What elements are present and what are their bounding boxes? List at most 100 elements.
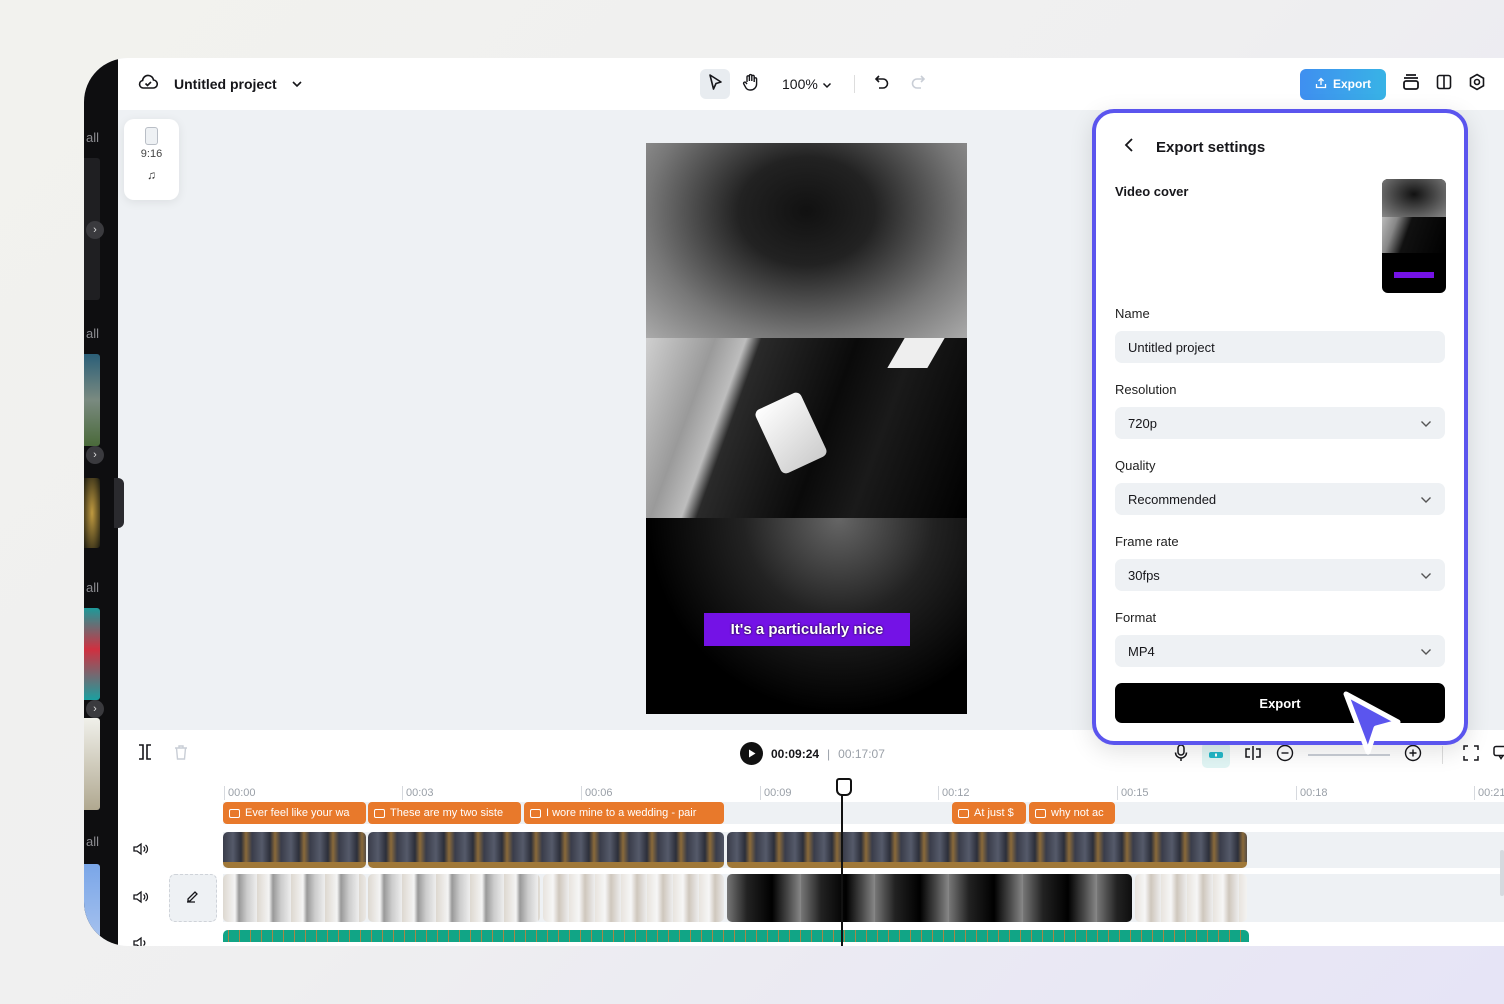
caption-clip[interactable]: These are my two siste [368, 802, 521, 824]
video-clip[interactable] [727, 832, 1247, 868]
audio-clip[interactable] [223, 930, 1249, 942]
resolution-label: Resolution [1115, 382, 1177, 397]
chevron-right-icon[interactable]: › [86, 446, 104, 464]
export-button-top[interactable]: Export [1300, 68, 1386, 100]
speaker-icon[interactable] [133, 890, 149, 904]
chevron-right-icon[interactable]: › [86, 221, 104, 239]
video-clip[interactable] [543, 874, 724, 922]
video-preview-canvas[interactable]: It's a particularly nice [646, 143, 967, 714]
resolution-value: 720p [1128, 415, 1157, 431]
top-bar: Untitled project 100% Export [118, 58, 1504, 110]
format-select[interactable]: MP4 [1115, 635, 1445, 667]
fullscreen-icon[interactable] [1463, 744, 1479, 766]
speaker-icon[interactable] [133, 936, 149, 946]
ruler-label: 00:00 [224, 786, 256, 800]
layers-icon[interactable] [1402, 73, 1420, 96]
playhead[interactable] [836, 778, 852, 946]
caption-clip[interactable]: Ever feel like your wa [223, 802, 366, 824]
format-label: Format [1115, 610, 1157, 625]
media-thumbnail[interactable] [84, 718, 100, 810]
play-button[interactable] [740, 742, 763, 765]
caption-icon [1035, 808, 1046, 818]
current-time: 00:09:24 [771, 746, 820, 761]
see-all-link[interactable]: all [86, 326, 99, 341]
caption-icon [374, 808, 385, 818]
resolution-select[interactable]: 720p [1115, 407, 1445, 439]
ruler-label: 00:21 [1474, 786, 1504, 800]
project-title[interactable]: Untitled project [174, 76, 277, 92]
caption-track: Ever feel like your wa These are my two … [223, 802, 1504, 824]
caption-clip-text: Ever feel like your wa [245, 807, 350, 819]
caption-clip[interactable]: I wore mine to a wedding - pair [524, 802, 724, 824]
see-all-link[interactable]: all [86, 130, 99, 145]
timeline-scrollbar[interactable] [1500, 850, 1504, 896]
video-clip[interactable] [1135, 874, 1247, 922]
collapse-sidebar-handle[interactable] [114, 478, 124, 528]
comment-icon[interactable] [1493, 745, 1504, 766]
split-tool-icon[interactable] [138, 744, 152, 765]
media-thumbnail[interactable] [84, 608, 100, 700]
see-all-link[interactable]: all [86, 834, 99, 849]
aspect-ratio-card[interactable]: 9:16 ♫ [124, 119, 179, 200]
cloud-check-icon [138, 73, 159, 96]
chevron-down-icon[interactable] [291, 75, 303, 93]
select-tool-button[interactable] [700, 69, 730, 99]
split-clip-icon[interactable] [1244, 745, 1262, 766]
time-ruler[interactable]: 00:00 00:03 00:06 00:09 00:12 00:15 00:1… [224, 776, 1504, 800]
quality-value: Recommended [1128, 491, 1217, 507]
video-clip[interactable] [223, 832, 366, 868]
frame-rate-select[interactable]: 30fps [1115, 559, 1445, 591]
video-clip[interactable] [223, 874, 366, 922]
caption-clip[interactable]: why not ac [1029, 802, 1115, 824]
hand-tool-button[interactable] [736, 69, 766, 99]
shirt-cuff [753, 390, 829, 476]
hand-icon [742, 73, 760, 96]
settings-icon[interactable] [1468, 73, 1486, 96]
cover-middle [1382, 217, 1446, 253]
chevron-down-icon [1420, 644, 1432, 659]
video-clip[interactable] [368, 832, 724, 868]
zoom-level-dropdown[interactable]: 100% [782, 76, 832, 92]
portrait-ratio-icon [145, 127, 158, 145]
name-input[interactable]: Untitled project [1115, 331, 1445, 363]
delete-icon[interactable] [174, 744, 188, 765]
caption-clip[interactable]: At just $ [952, 802, 1026, 824]
video-clip-selected[interactable] [727, 874, 1132, 922]
media-thumbnail[interactable] [84, 864, 100, 946]
video-clip[interactable] [368, 874, 540, 922]
mouse-cursor-icon [1338, 686, 1408, 766]
microphone-icon[interactable] [1174, 743, 1188, 767]
ruler-label: 00:15 [1117, 786, 1149, 800]
undo-button[interactable] [867, 69, 897, 99]
caption-text[interactable]: It's a particularly nice [704, 613, 910, 646]
redo-button[interactable] [903, 69, 933, 99]
speaker-icon[interactable] [133, 842, 149, 856]
zoom-out-icon[interactable] [1276, 744, 1294, 767]
caption-clip-text: At just $ [974, 807, 1014, 819]
name-value: Untitled project [1128, 339, 1215, 355]
caption-clip-text: why not ac [1051, 807, 1104, 819]
edit-cover-button[interactable] [169, 874, 217, 922]
cover-caption [1394, 272, 1434, 278]
chevron-right-icon[interactable]: › [86, 700, 104, 718]
undo-icon [874, 74, 890, 95]
ruler-label: 00:03 [402, 786, 434, 800]
video-frame [646, 338, 967, 518]
total-duration: 00:17:07 [838, 746, 885, 761]
quality-select[interactable]: Recommended [1115, 483, 1445, 515]
ruler-label: 00:12 [938, 786, 970, 800]
chevron-down-icon [822, 76, 832, 92]
auto-snap-toggle[interactable] [1202, 742, 1230, 768]
media-thumbnail[interactable] [84, 354, 100, 446]
upload-icon [1315, 77, 1327, 92]
format-value: MP4 [1128, 643, 1155, 659]
back-chevron-icon[interactable] [1124, 137, 1134, 158]
video-cover-thumbnail[interactable] [1382, 179, 1446, 293]
collar [887, 338, 945, 368]
see-all-link[interactable]: all [86, 580, 99, 595]
divider [853, 75, 855, 93]
media-thumbnail[interactable] [84, 478, 100, 548]
video-track-2 [223, 874, 1504, 922]
split-view-icon[interactable] [1436, 74, 1452, 95]
divider [1442, 746, 1443, 764]
